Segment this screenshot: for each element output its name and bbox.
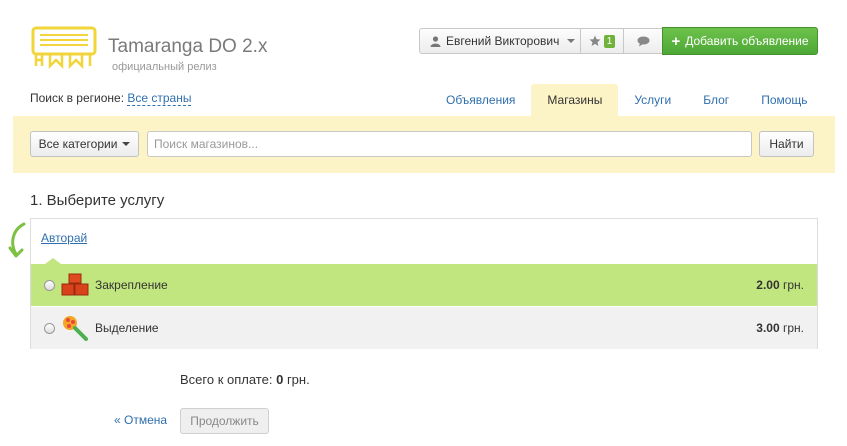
service-price: 2.00 грн. [756,278,804,292]
total-currency: грн. [286,372,310,387]
search-submit-button[interactable]: Найти [759,131,814,157]
messages-button[interactable] [623,28,663,54]
plus-icon: + [671,32,681,50]
bricks-icon [60,270,90,300]
service-name: Выделение [95,321,159,335]
service-row-pin[interactable]: Закрепление 2.00 грн. [31,264,817,306]
region-label: Поиск в регионе: [30,91,125,105]
service-radio[interactable] [44,279,55,291]
service-price: 3.00 грн. [756,321,804,335]
tab-blog[interactable]: Блог [687,84,745,116]
region-link[interactable]: Все страны [127,91,192,106]
tab-services[interactable]: Услуги [618,84,687,116]
shop-link[interactable]: Авторай [41,231,87,245]
category-label: Все категории [38,137,118,151]
user-name: Евгений Викторович [446,34,560,48]
step-title: 1. Выберите услугу [30,192,165,209]
search-input[interactable] [147,131,752,157]
total-value: 0 [276,372,284,387]
tab-help[interactable]: Помощь [745,84,823,116]
continue-button[interactable]: Продолжить [180,408,269,434]
region-selector: Поиск в регионе: Все страны [30,91,192,106]
tab-shops[interactable]: Магазины [531,84,619,116]
user-icon [430,35,441,47]
cancel-link[interactable]: « Отмена [114,413,167,427]
brand-subtitle: официальный релиз [112,61,217,73]
category-dropdown[interactable]: Все категории [30,131,139,157]
total-label: Всего к оплате: [180,372,273,387]
total-amount: Всего к оплате: 0 грн. [180,372,310,387]
favorites-button[interactable]: 1 [580,28,624,54]
service-name: Закрепление [95,278,168,292]
highlight-brush-icon [60,313,90,343]
service-row-highlight[interactable]: Выделение 3.00 грн. [31,307,817,349]
curved-arrow-icon [8,222,26,258]
add-listing-label: Добавить объявление [685,34,809,48]
service-radio[interactable] [44,322,55,334]
star-icon [589,35,601,46]
brand-logo [31,26,97,70]
tab-listings[interactable]: Объявления [430,84,531,116]
brand-title: Tamaranga DO 2.x [108,36,268,57]
chevron-down-icon [122,142,131,146]
search-bar: Все категории Найти [13,116,835,173]
favorites-count-badge: 1 [603,34,616,48]
add-listing-button[interactable]: + Добавить объявление [662,27,818,55]
chat-bubble-icon [637,36,649,46]
user-menu-button[interactable]: Евгений Викторович [419,28,581,54]
chevron-down-icon [567,39,576,43]
service-panel: Авторай Закрепление 2.00 грн. Выделение [30,218,818,349]
main-nav-tabs: Объявления Магазины Услуги Блог Помощь [430,84,824,116]
